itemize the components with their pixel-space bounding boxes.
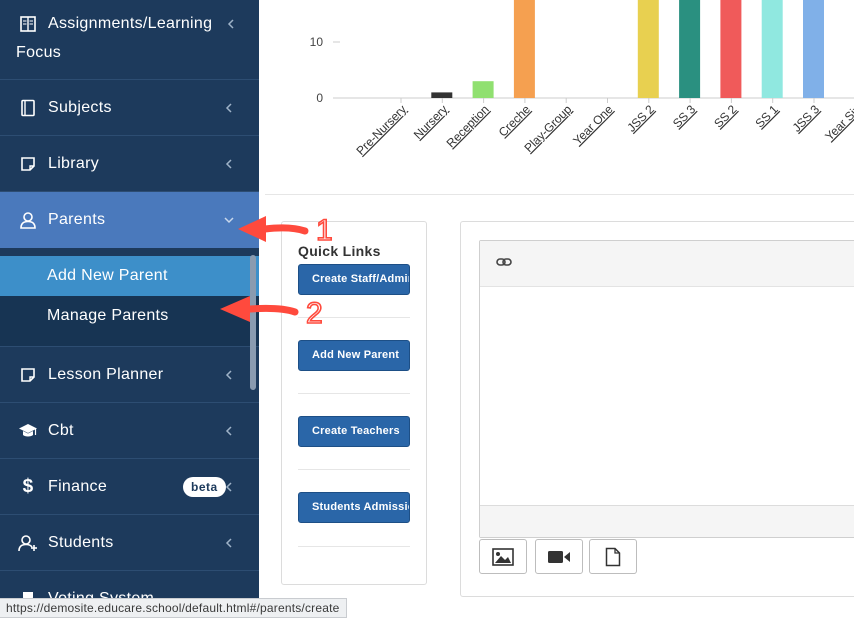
chevron-left-icon bbox=[225, 158, 232, 169]
insert-video-button[interactable] bbox=[535, 539, 583, 574]
x-tick-label: SS 2 bbox=[711, 102, 740, 131]
sidebar-item-label: Parents bbox=[48, 211, 106, 228]
image-icon bbox=[492, 547, 514, 566]
bar[interactable] bbox=[472, 81, 494, 98]
submenu-label: Add New Parent bbox=[47, 267, 168, 284]
bar[interactable] bbox=[761, 0, 783, 98]
divider bbox=[298, 469, 410, 470]
x-tick-label: JSS 2 bbox=[624, 102, 657, 135]
chevron-left-icon bbox=[225, 537, 232, 548]
submenu-spacer bbox=[0, 336, 259, 347]
x-tick-label: JSS 3 bbox=[790, 102, 823, 135]
bar-chart: 010Pre-Nursery NurseryReception CrechePlay… bbox=[310, 0, 854, 158]
bar[interactable] bbox=[803, 0, 824, 98]
chevron-left-icon bbox=[225, 369, 232, 380]
submenu-manage-parents[interactable]: Manage Parents bbox=[0, 296, 259, 336]
sidebar-item-label: Library bbox=[48, 154, 100, 172]
sidebar-item-lesson-planner[interactable]: Lesson Planner bbox=[0, 347, 259, 403]
sidebar-item-label-line2: Focus bbox=[16, 44, 62, 61]
sidebar-item-finance[interactable]: $ Finance beta bbox=[0, 459, 259, 515]
sidebar-item-subjects[interactable]: Subjects bbox=[0, 80, 259, 136]
chevron-left-icon bbox=[225, 481, 232, 492]
sidebar-item-label: Cbt bbox=[48, 421, 74, 439]
graduation-cap-icon bbox=[18, 421, 38, 441]
browser-status-url: https://demosite.educare.school/default.… bbox=[0, 598, 347, 618]
x-tick-label: Year Six bbox=[822, 102, 854, 143]
user-icon bbox=[18, 210, 38, 230]
bar[interactable] bbox=[637, 0, 659, 98]
submenu-add-new-parent[interactable]: Add New Parent bbox=[0, 256, 259, 296]
bar[interactable] bbox=[679, 0, 701, 98]
x-tick-label: Year One bbox=[570, 102, 616, 148]
x-tick-label: Reception bbox=[444, 102, 492, 150]
divider bbox=[298, 393, 410, 394]
note-icon bbox=[18, 154, 38, 174]
bar[interactable] bbox=[513, 0, 535, 98]
chevron-down-icon bbox=[224, 217, 234, 224]
y-tick-label: 0 bbox=[316, 91, 323, 105]
x-tick-label: Nursery bbox=[411, 102, 451, 142]
sidebar-item-library[interactable]: Library bbox=[0, 136, 259, 192]
x-tick-label: Creche bbox=[496, 102, 533, 139]
create-staff-button[interactable]: Create Staff/Admin bbox=[298, 264, 410, 295]
sidebar-item-students[interactable]: Students bbox=[0, 515, 259, 571]
dollar-icon: $ bbox=[22, 475, 34, 497]
divider bbox=[298, 317, 410, 318]
bar[interactable] bbox=[720, 0, 742, 98]
editor-footer bbox=[480, 505, 854, 537]
editor-box[interactable] bbox=[479, 240, 854, 538]
link-icon[interactable] bbox=[496, 256, 512, 268]
y-tick-label: 10 bbox=[310, 35, 324, 49]
chevron-left-icon bbox=[227, 19, 234, 29]
quick-links-title: Quick Links bbox=[298, 243, 381, 259]
sidebar-item-label: Students bbox=[48, 533, 114, 551]
sidebar-item-label: Subjects bbox=[48, 98, 112, 116]
submenu-label: Manage Parents bbox=[47, 307, 169, 324]
video-camera-icon bbox=[548, 550, 570, 563]
sidebar: Assignments/Learning Focus Subjects Libr… bbox=[0, 0, 259, 618]
sidebar-scrollbar[interactable] bbox=[250, 255, 256, 390]
beta-badge: beta bbox=[183, 476, 226, 497]
insert-image-button[interactable] bbox=[479, 539, 527, 574]
note-icon bbox=[18, 365, 38, 385]
sidebar-item-cbt[interactable]: Cbt bbox=[0, 403, 259, 459]
x-tick-label: SS 1 bbox=[753, 102, 782, 131]
sidebar-item-assignments[interactable]: Assignments/Learning Focus bbox=[0, 0, 259, 80]
sidebar-item-parents[interactable]: Parents bbox=[0, 192, 259, 248]
sidebar-item-label: Finance bbox=[48, 477, 108, 495]
students-admission-button[interactable]: Students Admission bbox=[298, 492, 410, 523]
create-teachers-button[interactable]: Create Teachers bbox=[298, 416, 410, 447]
add-user-icon bbox=[18, 533, 38, 553]
divider bbox=[298, 546, 410, 547]
sidebar-item-label: Assignments/Learning bbox=[48, 15, 213, 32]
post-editor-panel bbox=[460, 221, 854, 597]
insert-file-button[interactable] bbox=[589, 539, 637, 574]
editor-toolbar bbox=[480, 241, 854, 287]
chart-panel: 0 10 Pre-Nursery Nursery Reception Creche Play… bbox=[265, 0, 854, 195]
quick-links-panel: Quick Links Create Staff/Admin Add New P… bbox=[281, 221, 427, 585]
x-tick-label: SS 3 bbox=[670, 102, 699, 131]
x-tick-label: Pre-Nursery bbox=[353, 102, 409, 158]
bar[interactable] bbox=[431, 92, 453, 98]
book-icon bbox=[18, 14, 38, 34]
sidebar-item-label: Lesson Planner bbox=[48, 365, 164, 383]
add-new-parent-button[interactable]: Add New Parent bbox=[298, 340, 410, 371]
chevron-left-icon bbox=[225, 425, 232, 436]
file-icon bbox=[605, 547, 621, 566]
chevron-left-icon bbox=[225, 102, 232, 113]
notebook-icon bbox=[18, 98, 38, 118]
